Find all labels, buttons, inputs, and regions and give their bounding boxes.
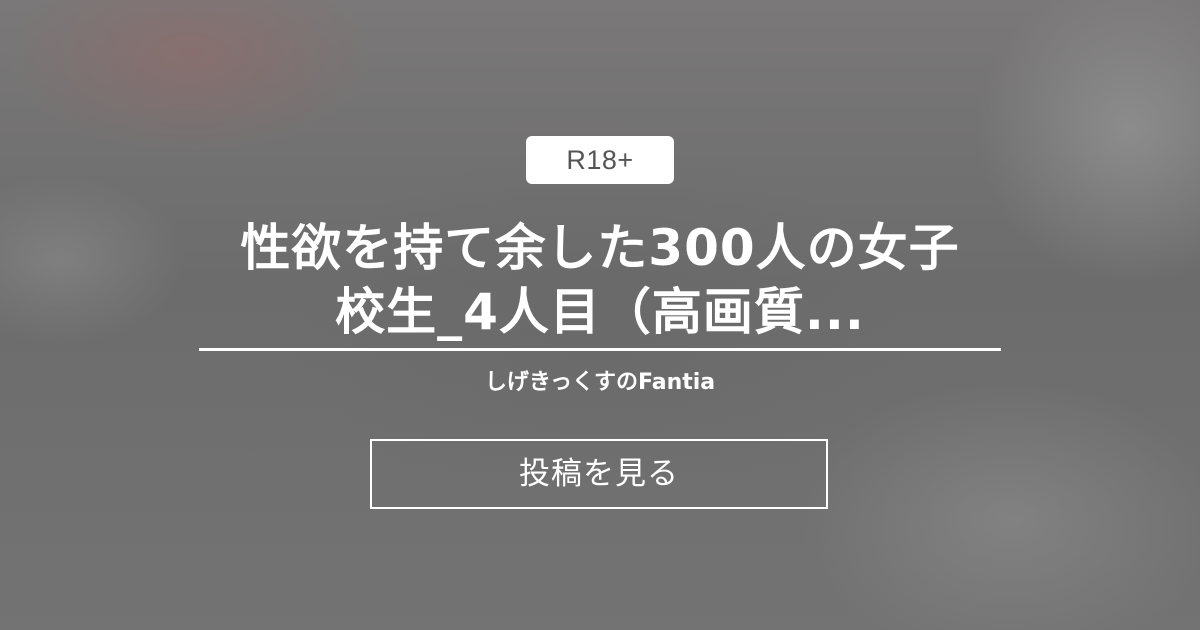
creator-name: しげきっくすのFantia (484, 370, 716, 395)
view-post-button[interactable]: 投稿を見る (370, 439, 828, 509)
post-title-line-2: 校生_4人目（高画質... (335, 283, 865, 341)
title-underline (199, 348, 1001, 351)
age-rating-badge: R18+ (526, 136, 674, 184)
post-title-line-1: 性欲を持て余した300人の女子 (240, 219, 960, 277)
post-title: 性欲を持て余した300人の女子 校生_4人目（高画質... (140, 216, 1060, 344)
